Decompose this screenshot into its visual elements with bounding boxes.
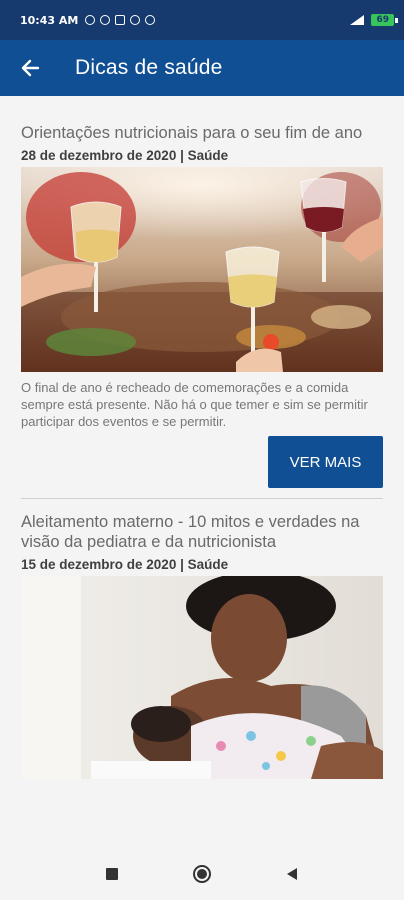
back-arrow-icon[interactable] (18, 56, 42, 80)
home-circle-icon[interactable] (192, 864, 212, 884)
celebration-dinner-toast-photo (21, 167, 383, 372)
signal-icon (350, 15, 365, 25)
blocked-icon (130, 15, 141, 25)
system-nav-bar (0, 848, 404, 900)
article-title[interactable]: Orientações nutricionais para o seu fim … (21, 123, 383, 143)
app-bar: Dicas de saúde (0, 40, 404, 96)
recents-square-icon[interactable] (102, 864, 122, 884)
article-image[interactable] (21, 576, 383, 779)
article-date-category: 15 de dezembro de 2020 | Saúde (21, 557, 229, 572)
article-title[interactable]: Aleitamento materno - 10 mitos e verdade… (21, 512, 383, 552)
divider (21, 498, 383, 499)
mother-breastfeeding-baby-photo (21, 576, 383, 779)
page-title: Dicas de saúde (75, 56, 223, 79)
alarm-icon (100, 15, 111, 25)
call-icon (85, 15, 96, 25)
back-triangle-icon[interactable] (282, 864, 302, 884)
article-card[interactable]: Orientações nutricionais para o seu fim … (0, 96, 404, 488)
article-date-category: 28 de dezembro de 2020 | Saúde (21, 148, 229, 163)
status-time: 10:43 AM (20, 13, 79, 27)
article-card[interactable]: Aleitamento materno - 10 mitos e verdade… (0, 512, 404, 779)
article-image[interactable] (21, 167, 383, 372)
ver-mais-button[interactable]: VER MAIS (268, 436, 383, 488)
screen-icon (115, 15, 126, 25)
article-description: O final de ano é recheado de comemoraçõe… (21, 380, 368, 429)
articles-list: Orientações nutricionais para o seu fim … (0, 96, 404, 848)
sync-icon (145, 15, 156, 25)
battery-icon: 69 (371, 14, 398, 26)
status-bar: 10:43 AM 69 (0, 0, 404, 40)
